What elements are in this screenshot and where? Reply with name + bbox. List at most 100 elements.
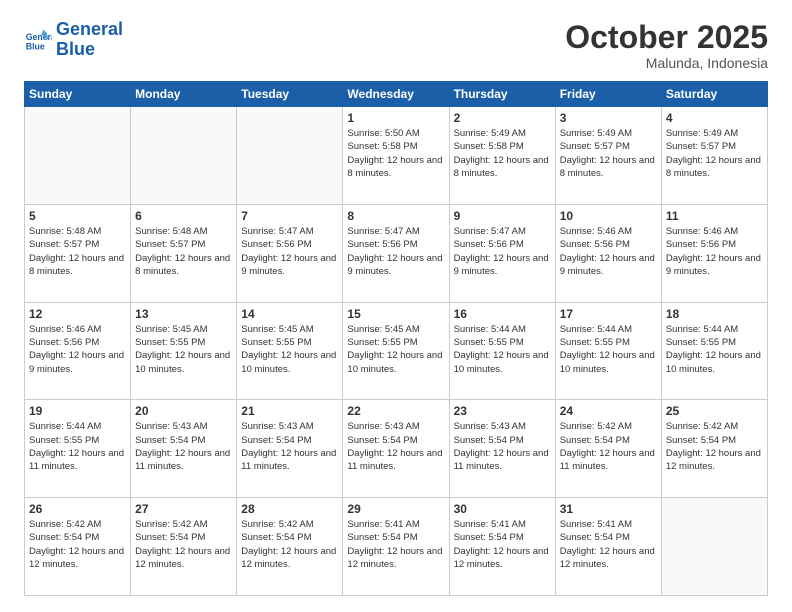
day-number-14: 14 [241, 307, 338, 321]
location-subtitle: Malunda, Indonesia [565, 55, 768, 71]
day-number-7: 7 [241, 209, 338, 223]
week-row-0: 1 Sunrise: 5:50 AM Sunset: 5:58 PM Daylig… [25, 107, 768, 205]
cell-w2-d3: 15Sunrise: 5:45 AM Sunset: 5:55 PM Dayli… [343, 302, 449, 400]
cell-w4-d4: 30 Sunrise: 5:41 AM Sunset: 5:54 PM Dayli… [449, 498, 555, 596]
day-info-27: Sunrise: 5:42 AM Sunset: 5:54 PM Dayligh… [135, 518, 232, 571]
logo-line2: Blue [56, 39, 95, 59]
cell-w3-d1: 20 Sunrise: 5:43 AM Sunset: 5:54 PM Dayli… [131, 400, 237, 498]
cell-w4-d2: 28 Sunrise: 5:42 AM Sunset: 5:54 PM Dayli… [237, 498, 343, 596]
svg-text:General: General [26, 32, 52, 42]
week-row-2: 12 Sunrise: 5:46 AM Sunset: 5:56 PM Dayli… [25, 302, 768, 400]
day-number-29: 29 [347, 502, 444, 516]
day-number-10: 10 [560, 209, 657, 223]
day-number-12: 12 [29, 307, 126, 321]
col-saturday: Saturday [661, 82, 767, 107]
cell-w1-d6: 11 Sunrise: 5:46 AM Sunset: 5:56 PM Dayli… [661, 204, 767, 302]
day-info-5: Sunrise: 5:48 AM Sunset: 5:57 PM Dayligh… [29, 225, 126, 278]
page: General Blue General Blue October 2025 M… [0, 0, 792, 612]
day-info-4: Sunrise: 5:49 AM Sunset: 5:57 PM Dayligh… [666, 127, 763, 180]
cell-w1-d5: 10 Sunrise: 5:46 AM Sunset: 5:56 PM Dayli… [555, 204, 661, 302]
cell-w2-d2: 14Sunrise: 5:45 AM Sunset: 5:55 PM Dayli… [237, 302, 343, 400]
cell-w2-d5: 17 Sunrise: 5:44 AM Sunset: 5:55 PM Dayli… [555, 302, 661, 400]
day-info-10: Sunrise: 5:46 AM Sunset: 5:56 PM Dayligh… [560, 225, 657, 278]
day-number-27: 27 [135, 502, 232, 516]
day-number-11: 11 [666, 209, 763, 223]
cell-w1-d1: 6 Sunrise: 5:48 AM Sunset: 5:57 PM Daylig… [131, 204, 237, 302]
day-info-22: Sunrise: 5:43 AM Sunset: 5:54 PM Dayligh… [347, 420, 444, 473]
day-info-7: Sunrise: 5:47 AM Sunset: 5:56 PM Dayligh… [241, 225, 338, 278]
week-row-1: 5 Sunrise: 5:48 AM Sunset: 5:57 PM Daylig… [25, 204, 768, 302]
day-info-21: Sunrise: 5:43 AM Sunset: 5:54 PM Dayligh… [241, 420, 338, 473]
logo-icon: General Blue [24, 26, 52, 54]
day-info-9: Sunrise: 5:47 AM Sunset: 5:56 PM Dayligh… [454, 225, 551, 278]
week-row-4: 26 Sunrise: 5:42 AM Sunset: 5:54 PM Dayli… [25, 498, 768, 596]
day-info-24: Sunrise: 5:42 AM Sunset: 5:54 PM Dayligh… [560, 420, 657, 473]
day-info-28: Sunrise: 5:42 AM Sunset: 5:54 PM Dayligh… [241, 518, 338, 571]
day-info-13: Sunrise: 5:45 AM Sunset: 5:55 PM Dayligh… [135, 323, 232, 376]
logo-line1: General [56, 19, 123, 39]
col-monday: Monday [131, 82, 237, 107]
cell-w0-d1 [131, 107, 237, 205]
cell-w2-d0: 12 Sunrise: 5:46 AM Sunset: 5:56 PM Dayli… [25, 302, 131, 400]
day-number-5: 5 [29, 209, 126, 223]
cell-w4-d0: 26 Sunrise: 5:42 AM Sunset: 5:54 PM Dayli… [25, 498, 131, 596]
cell-w4-d1: 27 Sunrise: 5:42 AM Sunset: 5:54 PM Dayli… [131, 498, 237, 596]
cell-w0-d5: 3 Sunrise: 5:49 AM Sunset: 5:57 PM Daylig… [555, 107, 661, 205]
cell-w0-d0 [25, 107, 131, 205]
cell-w3-d4: 23Sunrise: 5:43 AM Sunset: 5:54 PM Dayli… [449, 400, 555, 498]
cell-w0-d2 [237, 107, 343, 205]
day-info-3: Sunrise: 5:49 AM Sunset: 5:57 PM Dayligh… [560, 127, 657, 180]
day-number-8: 8 [347, 209, 444, 223]
cell-w1-d0: 5 Sunrise: 5:48 AM Sunset: 5:57 PM Daylig… [25, 204, 131, 302]
day-info-17: Sunrise: 5:44 AM Sunset: 5:55 PM Dayligh… [560, 323, 657, 376]
col-friday: Friday [555, 82, 661, 107]
day-number-6: 6 [135, 209, 232, 223]
cell-w4-d5: 31Sunrise: 5:41 AM Sunset: 5:54 PM Dayli… [555, 498, 661, 596]
day-number-30: 30 [454, 502, 551, 516]
cell-w3-d5: 24Sunrise: 5:42 AM Sunset: 5:54 PM Dayli… [555, 400, 661, 498]
day-number-26: 26 [29, 502, 126, 516]
day-number-15: 15 [347, 307, 444, 321]
day-number-28: 28 [241, 502, 338, 516]
day-info-20: Sunrise: 5:43 AM Sunset: 5:54 PM Dayligh… [135, 420, 232, 473]
day-number-20: 20 [135, 404, 232, 418]
cell-w0-d6: 4 Sunrise: 5:49 AM Sunset: 5:57 PM Daylig… [661, 107, 767, 205]
calendar-table: Sunday Monday Tuesday Wednesday Thursday… [24, 81, 768, 596]
col-sunday: Sunday [25, 82, 131, 107]
month-title: October 2025 [565, 20, 768, 55]
cell-w3-d0: 19Sunrise: 5:44 AM Sunset: 5:55 PM Dayli… [25, 400, 131, 498]
day-info-1: Sunrise: 5:50 AM Sunset: 5:58 PM Dayligh… [347, 127, 444, 180]
day-info-31: Sunrise: 5:41 AM Sunset: 5:54 PM Dayligh… [560, 518, 657, 571]
day-number-4: 4 [666, 111, 763, 125]
day-info-29: Sunrise: 5:41 AM Sunset: 5:54 PM Dayligh… [347, 518, 444, 571]
day-info-26: Sunrise: 5:42 AM Sunset: 5:54 PM Dayligh… [29, 518, 126, 571]
day-info-6: Sunrise: 5:48 AM Sunset: 5:57 PM Dayligh… [135, 225, 232, 278]
cell-w4-d6 [661, 498, 767, 596]
cell-w1-d3: 8 Sunrise: 5:47 AM Sunset: 5:56 PM Daylig… [343, 204, 449, 302]
day-number-2: 2 [454, 111, 551, 125]
logo: General Blue General Blue [24, 20, 123, 60]
day-number-9: 9 [454, 209, 551, 223]
day-info-19: Sunrise: 5:44 AM Sunset: 5:55 PM Dayligh… [29, 420, 126, 473]
week-row-3: 19Sunrise: 5:44 AM Sunset: 5:55 PM Dayli… [25, 400, 768, 498]
header: General Blue General Blue October 2025 M… [24, 20, 768, 71]
day-info-11: Sunrise: 5:46 AM Sunset: 5:56 PM Dayligh… [666, 225, 763, 278]
day-number-13: 13 [135, 307, 232, 321]
day-number-1: 1 [347, 111, 444, 125]
day-number-3: 3 [560, 111, 657, 125]
day-info-12: Sunrise: 5:46 AM Sunset: 5:56 PM Dayligh… [29, 323, 126, 376]
day-number-18: 18 [666, 307, 763, 321]
day-info-30: Sunrise: 5:41 AM Sunset: 5:54 PM Dayligh… [454, 518, 551, 571]
cell-w2-d4: 16Sunrise: 5:44 AM Sunset: 5:55 PM Dayli… [449, 302, 555, 400]
day-info-8: Sunrise: 5:47 AM Sunset: 5:56 PM Dayligh… [347, 225, 444, 278]
col-thursday: Thursday [449, 82, 555, 107]
svg-text:Blue: Blue [26, 41, 45, 51]
day-info-16: Sunrise: 5:44 AM Sunset: 5:55 PM Dayligh… [454, 323, 551, 376]
cell-w0-d4: 2Sunrise: 5:49 AM Sunset: 5:58 PM Daylig… [449, 107, 555, 205]
cell-w3-d2: 21Sunrise: 5:43 AM Sunset: 5:54 PM Dayli… [237, 400, 343, 498]
day-number-17: 17 [560, 307, 657, 321]
title-block: October 2025 Malunda, Indonesia [565, 20, 768, 71]
day-number-22: 22 [347, 404, 444, 418]
logo-text: General Blue [56, 20, 123, 60]
col-wednesday: Wednesday [343, 82, 449, 107]
